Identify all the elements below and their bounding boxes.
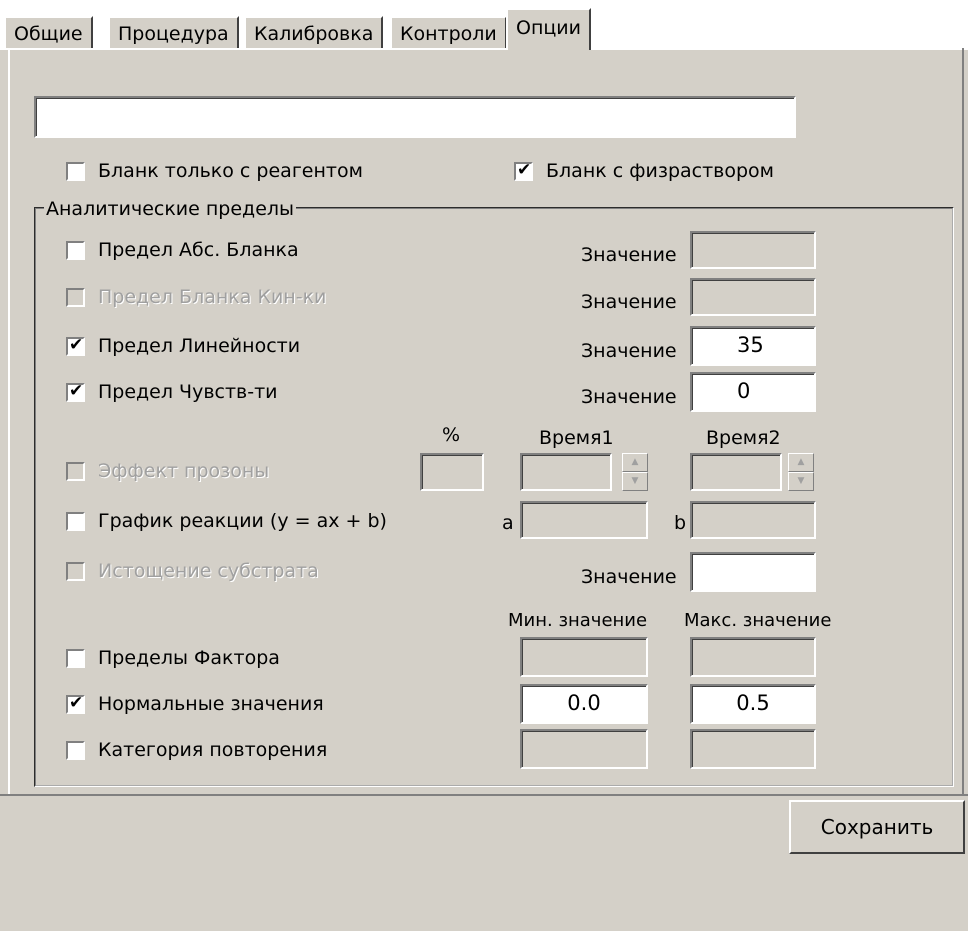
abs-blank-limit-label: Предел Абс. Бланка <box>98 239 299 261</box>
time2-field[interactable] <box>690 453 782 491</box>
sensitivity-limit-label: Предел Чувств-ти <box>98 381 278 403</box>
blank-saline-checkbox[interactable]: ✔ <box>514 160 533 181</box>
factor-max-value <box>692 639 814 675</box>
prozone-label: Эффект прозоны <box>98 460 270 482</box>
kinetic-blank-value <box>692 280 814 314</box>
repeat-min-field[interactable] <box>520 729 648 769</box>
tab-calibration[interactable]: Калибровка <box>244 16 384 48</box>
repeat-max-field[interactable] <box>690 729 816 769</box>
time1-header: Время1 <box>539 427 614 449</box>
tab-procedure[interactable]: Процедура <box>108 16 239 48</box>
normal-min-value: 0.0 <box>567 691 601 715</box>
repeat-category-label: Категория повторения <box>98 739 328 761</box>
blank-reagent-label: Бланк только с реагентом <box>98 160 363 182</box>
linearity-limit-label: Предел Линейности <box>98 335 301 357</box>
max-value-header: Макс. значение <box>684 610 832 631</box>
time1-up-icon[interactable]: ▲ <box>622 453 648 472</box>
reaction-graph-label: График реакции (y = ax + b) <box>98 510 387 532</box>
kinetic-blank-limit-label: Предел Бланка Кин-ки <box>98 286 327 308</box>
abs-blank-limit-checkbox[interactable] <box>66 241 85 260</box>
substrate-value-field[interactable] <box>690 552 816 592</box>
repeat-min-value <box>522 731 646 767</box>
tab-strip: Общие Процедура Калибровка Контроли Опци… <box>0 0 968 50</box>
abs-blank-value-label: Значение <box>581 244 677 266</box>
options-text-input[interactable] <box>34 96 796 138</box>
reaction-graph-checkbox[interactable] <box>66 512 85 531</box>
tab-options[interactable]: Опции <box>506 8 592 50</box>
coef-b-label: b <box>674 512 687 534</box>
abs-blank-value-field[interactable] <box>690 231 816 269</box>
normal-values-label: Нормальные значения <box>98 693 324 715</box>
factor-limits-label: Пределы Фактора <box>98 647 280 669</box>
coef-a-label: a <box>502 512 514 534</box>
sensitivity-limit-checkbox[interactable]: ✔ <box>66 381 85 402</box>
save-button[interactable]: Сохранить <box>789 800 965 854</box>
factor-limits-checkbox[interactable] <box>66 649 85 668</box>
linearity-value: 35 <box>737 333 764 357</box>
coef-b-field[interactable] <box>690 501 816 539</box>
time2-header: Время2 <box>706 427 781 449</box>
panel-bottom-edge <box>0 794 968 796</box>
time2-up-icon[interactable]: ▲ <box>788 453 814 472</box>
kinetic-blank-value-field[interactable] <box>690 278 816 316</box>
sensitivity-value: 0 <box>737 379 751 403</box>
analytical-limits-title: Аналитические пределы <box>44 198 297 220</box>
time2-down-icon[interactable]: ▼ <box>788 472 814 491</box>
time1-spinner[interactable]: ▲ ▼ <box>622 453 648 491</box>
normal-min-field[interactable]: 0.0 <box>520 684 648 724</box>
options-text-value <box>36 98 794 136</box>
panel-left-edge <box>8 48 10 794</box>
normal-max-field[interactable]: 0.5 <box>690 684 816 724</box>
panel-right-edge <box>962 48 964 794</box>
kinetic-blank-value-label: Значение <box>581 291 677 313</box>
linearity-value-field[interactable]: 35 <box>690 326 816 366</box>
repeat-max-value <box>692 731 814 767</box>
factor-max-field[interactable] <box>690 637 816 677</box>
sensitivity-value-label: Значение <box>581 386 677 408</box>
substrate-depletion-checkbox[interactable] <box>66 562 85 581</box>
kinetic-blank-limit-checkbox[interactable] <box>66 288 85 307</box>
normal-max-value: 0.5 <box>736 691 770 715</box>
tab-general[interactable]: Общие <box>4 16 93 48</box>
normal-values-checkbox[interactable]: ✔ <box>66 693 85 714</box>
sensitivity-value-field[interactable]: 0 <box>690 372 816 412</box>
factor-min-value <box>522 639 646 675</box>
linearity-limit-checkbox[interactable]: ✔ <box>66 335 85 356</box>
time2-spinner[interactable]: ▲ ▼ <box>788 453 814 491</box>
repeat-category-checkbox[interactable] <box>66 741 85 760</box>
blank-reagent-checkbox[interactable] <box>66 162 85 181</box>
min-value-header: Мин. значение <box>508 610 648 631</box>
linearity-value-label: Значение <box>581 340 677 362</box>
coef-a-field[interactable] <box>520 501 648 539</box>
substrate-depletion-label: Истощение субстрата <box>98 560 319 582</box>
prozone-percent-field[interactable] <box>420 453 484 491</box>
substrate-value <box>692 554 814 590</box>
abs-blank-value <box>692 233 814 267</box>
prozone-checkbox[interactable] <box>66 462 85 481</box>
blank-saline-label: Бланк с физраствором <box>546 160 774 182</box>
tab-controls[interactable]: Контроли <box>390 16 507 48</box>
time1-down-icon[interactable]: ▼ <box>622 472 648 491</box>
options-window: Общие Процедура Калибровка Контроли Опци… <box>0 0 968 931</box>
tab-divider <box>0 48 968 50</box>
percent-header: % <box>442 424 461 446</box>
substrate-value-label: Значение <box>581 566 677 588</box>
factor-min-field[interactable] <box>520 637 648 677</box>
time1-field[interactable] <box>520 453 612 491</box>
